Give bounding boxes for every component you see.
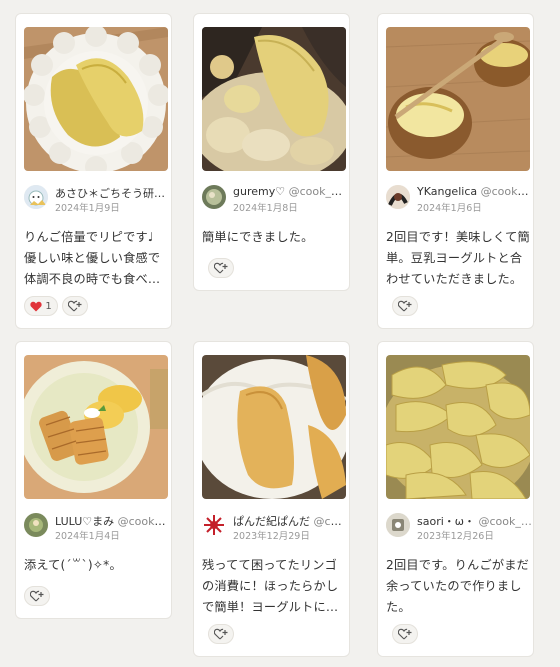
add-reaction-button[interactable] [392,624,418,644]
tsukurepo-card[interactable]: saori・ω・ @cook_… 2023年12月26日 2回目です。りんごがま… [377,341,534,657]
author-name[interactable]: saori・ω・ [417,515,475,528]
author-name[interactable]: LULU♡まみ [55,515,114,528]
user-avatar[interactable] [202,185,226,209]
author-name[interactable]: あさひ＊ごちそう研究所 [55,187,170,200]
heart-plus-icon [398,628,412,640]
post-date: 2024年1月9日 [55,203,120,214]
author-handle: @cook_4… [288,185,348,198]
comment-text: 添えて(ˊ꒳ˋ)✧*。 [24,558,122,572]
dish-photo[interactable] [24,355,168,499]
comment-text: 2回目です。りんごがまだ 余っていたので作りまし た。 [386,558,529,614]
user-avatar[interactable] [24,513,48,537]
tsukurepo-card[interactable]: あさひ＊ごちそう研究所 2024年1月9日 りんご倍量でリピです♩ 優しい味と優… [15,13,172,329]
add-reaction-button[interactable] [208,258,234,278]
add-reaction-button[interactable] [24,586,50,606]
like-button[interactable]: 1 [24,296,58,316]
author-row[interactable]: LULU♡まみ @cook_… 2024年1月4日 [24,512,170,542]
author-handle: @co… [313,515,349,528]
post-date: 2023年12月26日 [417,531,494,542]
tsukurepo-card[interactable]: LULU♡まみ @cook_… 2024年1月4日 添えて(ˊ꒳ˋ)✧*。 [15,341,172,619]
author-handle: @cook_… [117,515,170,528]
author-name[interactable]: ぱんだ紀ぱんだ [233,515,310,528]
heart-plus-icon [398,300,412,312]
dish-photo[interactable] [386,355,530,499]
comment-text: 2回目です！美味しくて簡 単。豆乳ヨーグルトと合 わせていただきました。 [386,230,530,286]
dish-photo[interactable] [24,27,168,171]
author-handle: @cook_… [480,185,532,198]
user-avatar[interactable] [202,513,226,537]
heart-icon [30,301,42,311]
add-reaction-button[interactable] [62,296,88,316]
post-date: 2024年1月8日 [233,203,298,214]
author-row[interactable]: guremy♡ @cook_4… 2024年1月8日 [202,184,348,214]
user-avatar[interactable] [386,185,410,209]
post-date: 2024年1月4日 [55,531,120,542]
author-handle: @cook_… [478,515,532,528]
author-name[interactable]: YKangelica [417,185,477,198]
post-date: 2023年12月29日 [233,531,310,542]
author-row[interactable]: あさひ＊ごちそう研究所 2024年1月9日 [24,184,170,214]
heart-plus-icon [68,300,82,312]
tsukurepo-card[interactable]: YKangelica @cook_… 2024年1月6日 2回目です！美味しくて… [377,13,534,329]
user-avatar[interactable] [386,513,410,537]
tsukurepo-card[interactable]: guremy♡ @cook_4… 2024年1月8日 簡単にできました。 [193,13,350,291]
author-row[interactable]: YKangelica @cook_… 2024年1月6日 [386,184,532,214]
add-reaction-button[interactable] [392,296,418,316]
heart-plus-icon [214,262,228,274]
author-row[interactable]: ぱんだ紀ぱんだ @co… 2023年12月29日 [202,512,348,542]
dish-photo[interactable] [202,355,346,499]
tsukurepo-card[interactable]: ぱんだ紀ぱんだ @co… 2023年12月29日 残ってて困ってたリンゴ の消費… [193,341,350,657]
author-name[interactable]: guremy♡ [233,185,285,198]
dish-photo[interactable] [202,27,346,171]
post-date: 2024年1月6日 [417,203,482,214]
comment-text: 残ってて困ってたリンゴ の消費に！ほったらかし で簡単！ヨーグルトに… [202,558,339,614]
heart-plus-icon [30,590,44,602]
user-avatar[interactable] [24,185,48,209]
add-reaction-button[interactable] [208,624,234,644]
author-row[interactable]: saori・ω・ @cook_… 2023年12月26日 [386,512,532,542]
like-count: 1 [45,300,52,312]
comment-text: りんご倍量でリピです♩ 優しい味と優しい食感で 体調不良の時でも食べ… [24,230,161,286]
comment-text: 簡単にできました。 [202,230,314,244]
dish-photo[interactable] [386,27,530,171]
heart-plus-icon [214,628,228,640]
